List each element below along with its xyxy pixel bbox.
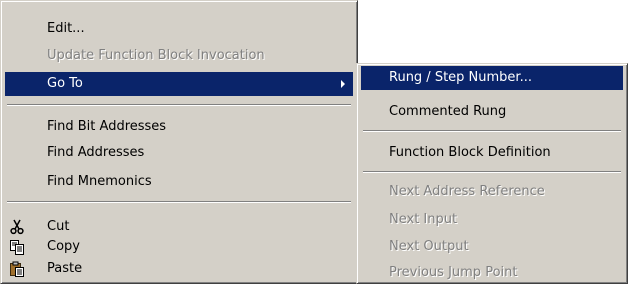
menu-item-update-function-block-invocation[interactable]: Update Function Block Invocation (5, 44, 353, 68)
menu-item-label: Go To (47, 76, 83, 91)
menu-item-find-bit-addresses[interactable]: Find Bit Addresses (5, 115, 353, 139)
menu-item-label: Next Address Reference (389, 184, 545, 199)
menu-item-label: Find Mnemonics (47, 174, 152, 189)
submenu-item-previous-jump-point[interactable]: Previous Jump Point (361, 261, 623, 285)
menu-item-copy[interactable]: Copy (5, 235, 353, 259)
menu-item-label: Function Block Definition (389, 145, 551, 160)
paste-icon (10, 261, 24, 277)
menu-item-label: Next Output (389, 239, 469, 254)
menu-item-label: Next Input (389, 212, 458, 227)
menu-item-label: Copy (47, 239, 80, 254)
menu-item-find-addresses[interactable]: Find Addresses (5, 141, 353, 165)
menu-separator (7, 201, 351, 203)
menu-separator (7, 104, 351, 106)
submenu-arrow-icon (341, 80, 345, 88)
submenu-item-next-input[interactable]: Next Input (361, 208, 623, 232)
context-menu: Edit... Update Function Block Invocation… (0, 0, 358, 284)
menu-item-label: Previous Jump Point (389, 265, 518, 280)
submenu-item-function-block-definition[interactable]: Function Block Definition (361, 141, 623, 165)
menu-item-label: Commented Rung (389, 104, 507, 119)
menu-item-label: Update Function Block Invocation (47, 48, 265, 63)
menu-separator (363, 130, 621, 132)
menu-item-label: Edit... (47, 21, 85, 36)
menu-item-edit[interactable]: Edit... (5, 17, 353, 41)
menu-item-go-to[interactable]: Go To (5, 72, 353, 96)
menu-item-label: Cut (47, 219, 70, 234)
scissors-icon (10, 219, 24, 235)
menu-separator (363, 171, 621, 173)
menu-item-label: Paste (47, 261, 83, 276)
copy-icon (10, 240, 24, 255)
submenu-item-next-output[interactable]: Next Output (361, 235, 623, 259)
go-to-submenu: Rung / Step Number... Commented Rung Fun… (356, 63, 628, 284)
menu-item-find-mnemonics[interactable]: Find Mnemonics (5, 170, 353, 194)
submenu-item-next-address-reference[interactable]: Next Address Reference (361, 180, 623, 204)
submenu-item-commented-rung[interactable]: Commented Rung (361, 100, 623, 124)
menu-item-paste[interactable]: Paste (5, 257, 353, 281)
menu-item-label: Find Addresses (47, 145, 145, 160)
submenu-item-rung-step-number[interactable]: Rung / Step Number... (361, 66, 623, 90)
menu-item-label: Find Bit Addresses (47, 119, 167, 134)
menu-item-label: Rung / Step Number... (389, 70, 532, 85)
